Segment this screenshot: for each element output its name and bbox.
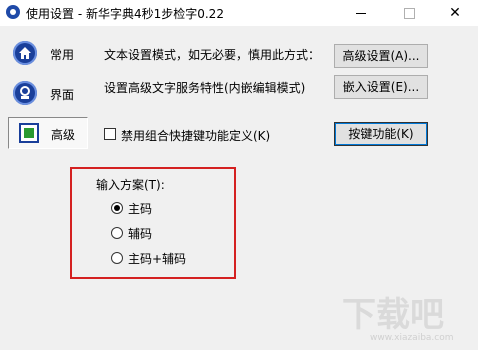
key-function-button[interactable]: 按键功能(K): [334, 122, 428, 146]
close-icon: ✕: [449, 5, 461, 21]
app-icon: [6, 5, 20, 19]
close-button[interactable]: ✕: [432, 0, 478, 26]
nav-item-advanced[interactable]: 高级: [8, 117, 88, 149]
radio-main-aux-code-label: 主码+辅码: [128, 252, 187, 266]
title-bar: 使用设置 - 新华字典4秒1步检字0.22 ✕: [0, 0, 478, 26]
minimize-button[interactable]: [338, 0, 384, 26]
nav-item-interface[interactable]: 界面: [8, 78, 88, 110]
text-mode-description: 文本设置模式，如无必要，慎用此方式：: [104, 48, 321, 62]
watermark-url: www.xiazaiba.com: [370, 333, 454, 342]
radio-main-code[interactable]: [111, 202, 123, 214]
disable-shortcut-label: 禁用组合快捷键功能定义(K): [121, 129, 271, 143]
advanced-icon: [19, 123, 39, 143]
radio-aux-code[interactable]: [111, 227, 123, 239]
nav-item-label: 高级: [51, 128, 76, 142]
nav-item-common[interactable]: 常用: [8, 38, 88, 70]
watermark-logo: 下载吧 www.xiazaiba.com: [340, 290, 470, 343]
home-icon: [13, 41, 37, 65]
nav-item-label: 界面: [50, 88, 75, 102]
maximize-icon: [404, 8, 415, 19]
radio-main-code-label: 主码: [128, 202, 153, 216]
embed-settings-button[interactable]: 嵌入设置(E)...: [334, 75, 428, 99]
radio-aux-code-label: 辅码: [128, 227, 153, 241]
window-title: 使用设置 - 新华字典4秒1步检字0.22: [26, 7, 224, 21]
advanced-settings-button[interactable]: 高级设置(A)...: [334, 44, 428, 68]
minimize-icon: [356, 13, 366, 14]
radio-main-aux-code[interactable]: [111, 252, 123, 264]
interface-icon: [13, 81, 37, 105]
watermark-text: 下载吧: [342, 295, 444, 335]
disable-shortcut-checkbox[interactable]: [104, 128, 116, 140]
nav-item-label: 常用: [50, 48, 75, 62]
maximize-button[interactable]: [386, 0, 432, 26]
input-scheme-label: 输入方案(T):: [96, 178, 165, 192]
text-service-description: 设置高级文字服务特性(内嵌编辑模式): [104, 81, 306, 95]
